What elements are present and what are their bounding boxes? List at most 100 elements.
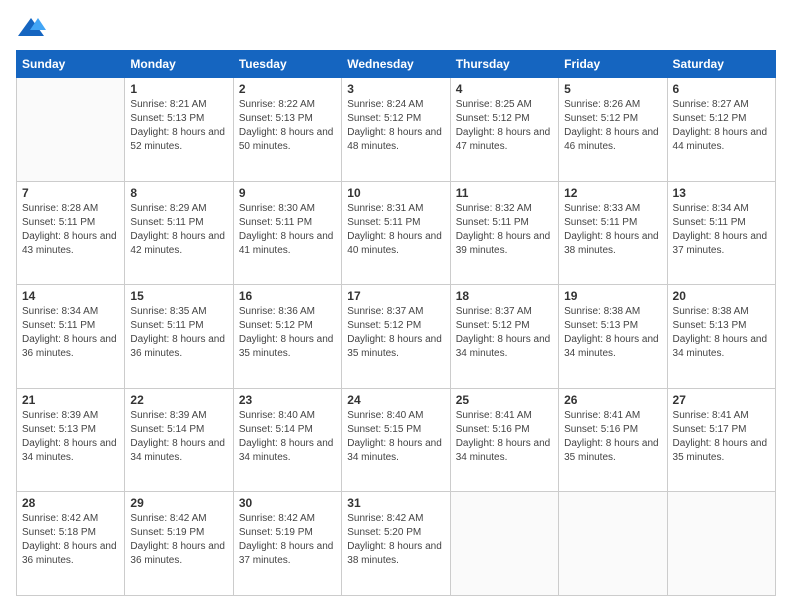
- calendar-cell: 29Sunrise: 8:42 AMSunset: 5:19 PMDayligh…: [125, 492, 233, 596]
- day-number: 29: [130, 496, 227, 510]
- sunset-text: Sunset: 5:19 PM: [239, 526, 336, 540]
- day-info: Sunrise: 8:21 AMSunset: 5:13 PMDaylight:…: [130, 98, 227, 154]
- calendar-cell: 22Sunrise: 8:39 AMSunset: 5:14 PMDayligh…: [125, 388, 233, 492]
- sunset-text: Sunset: 5:12 PM: [564, 112, 661, 126]
- day-number: 7: [22, 186, 119, 200]
- day-number: 19: [564, 289, 661, 303]
- day-info: Sunrise: 8:34 AMSunset: 5:11 PMDaylight:…: [673, 202, 770, 258]
- sunset-text: Sunset: 5:12 PM: [456, 112, 553, 126]
- sunset-text: Sunset: 5:16 PM: [564, 423, 661, 437]
- sunset-text: Sunset: 5:11 PM: [564, 216, 661, 230]
- day-number: 24: [347, 393, 444, 407]
- calendar-week-row: 21Sunrise: 8:39 AMSunset: 5:13 PMDayligh…: [17, 388, 776, 492]
- day-info: Sunrise: 8:39 AMSunset: 5:14 PMDaylight:…: [130, 409, 227, 465]
- daylight-text: Daylight: 8 hours and 52 minutes.: [130, 126, 227, 154]
- daylight-text: Daylight: 8 hours and 35 minutes.: [239, 333, 336, 361]
- day-info: Sunrise: 8:27 AMSunset: 5:12 PMDaylight:…: [673, 98, 770, 154]
- weekday-header-cell: Wednesday: [342, 51, 450, 78]
- calendar-cell: 26Sunrise: 8:41 AMSunset: 5:16 PMDayligh…: [559, 388, 667, 492]
- sunrise-text: Sunrise: 8:41 AM: [673, 409, 770, 423]
- day-number: 28: [22, 496, 119, 510]
- calendar-cell: 11Sunrise: 8:32 AMSunset: 5:11 PMDayligh…: [450, 181, 558, 285]
- sunset-text: Sunset: 5:13 PM: [673, 319, 770, 333]
- sunrise-text: Sunrise: 8:37 AM: [347, 305, 444, 319]
- sunrise-text: Sunrise: 8:26 AM: [564, 98, 661, 112]
- weekday-header-row: SundayMondayTuesdayWednesdayThursdayFrid…: [17, 51, 776, 78]
- sunrise-text: Sunrise: 8:37 AM: [456, 305, 553, 319]
- daylight-text: Daylight: 8 hours and 39 minutes.: [456, 230, 553, 258]
- day-number: 14: [22, 289, 119, 303]
- day-info: Sunrise: 8:42 AMSunset: 5:18 PMDaylight:…: [22, 512, 119, 568]
- day-number: 12: [564, 186, 661, 200]
- daylight-text: Daylight: 8 hours and 42 minutes.: [130, 230, 227, 258]
- calendar-cell: 8Sunrise: 8:29 AMSunset: 5:11 PMDaylight…: [125, 181, 233, 285]
- daylight-text: Daylight: 8 hours and 36 minutes.: [22, 333, 119, 361]
- calendar-cell: 27Sunrise: 8:41 AMSunset: 5:17 PMDayligh…: [667, 388, 775, 492]
- daylight-text: Daylight: 8 hours and 36 minutes.: [130, 333, 227, 361]
- sunset-text: Sunset: 5:11 PM: [22, 319, 119, 333]
- sunset-text: Sunset: 5:15 PM: [347, 423, 444, 437]
- sunrise-text: Sunrise: 8:31 AM: [347, 202, 444, 216]
- sunrise-text: Sunrise: 8:42 AM: [22, 512, 119, 526]
- sunrise-text: Sunrise: 8:40 AM: [239, 409, 336, 423]
- day-info: Sunrise: 8:29 AMSunset: 5:11 PMDaylight:…: [130, 202, 227, 258]
- calendar-cell: 30Sunrise: 8:42 AMSunset: 5:19 PMDayligh…: [233, 492, 341, 596]
- sunset-text: Sunset: 5:20 PM: [347, 526, 444, 540]
- calendar-cell: 2Sunrise: 8:22 AMSunset: 5:13 PMDaylight…: [233, 78, 341, 182]
- calendar-cell: 12 Sunrise: 8:33 AMSunset: 5:11 PMDayligh…: [559, 181, 667, 285]
- calendar-cell: 19Sunrise: 8:38 AMSunset: 5:13 PMDayligh…: [559, 285, 667, 389]
- calendar-cell: 25Sunrise: 8:41 AMSunset: 5:16 PMDayligh…: [450, 388, 558, 492]
- day-info: Sunrise: 8:37 AMSunset: 5:12 PMDaylight:…: [456, 305, 553, 361]
- calendar-cell: 10Sunrise: 8:31 AMSunset: 5:11 PMDayligh…: [342, 181, 450, 285]
- sunset-text: Sunset: 5:11 PM: [239, 216, 336, 230]
- weekday-header-cell: Saturday: [667, 51, 775, 78]
- calendar-week-row: 28 Sunrise: 8:42 AMSunset: 5:18 PMDayligh…: [17, 492, 776, 596]
- calendar-cell: [17, 78, 125, 182]
- sunrise-text: Sunrise: 8:38 AM: [564, 305, 661, 319]
- daylight-text: Daylight: 8 hours and 34 minutes.: [456, 333, 553, 361]
- calendar-cell: 21Sunrise: 8:39 AMSunset: 5:13 PMDayligh…: [17, 388, 125, 492]
- sunrise-text: Sunrise: 8:42 AM: [239, 512, 336, 526]
- sunset-text: Sunset: 5:12 PM: [673, 112, 770, 126]
- day-number: 4: [456, 82, 553, 96]
- day-number: 16: [239, 289, 336, 303]
- weekday-header-cell: Tuesday: [233, 51, 341, 78]
- day-number: 10: [347, 186, 444, 200]
- sunset-text: Sunset: 5:11 PM: [673, 216, 770, 230]
- day-number: 15: [130, 289, 227, 303]
- sunrise-text: Sunrise: 8:41 AM: [456, 409, 553, 423]
- calendar-cell: 1Sunrise: 8:21 AMSunset: 5:13 PMDaylight…: [125, 78, 233, 182]
- calendar-cell: [450, 492, 558, 596]
- daylight-text: Daylight: 8 hours and 34 minutes.: [673, 333, 770, 361]
- sunrise-text: Sunrise: 8:34 AM: [22, 305, 119, 319]
- day-info: Sunrise: 8:41 AMSunset: 5:16 PMDaylight:…: [564, 409, 661, 465]
- calendar-cell: 3Sunrise: 8:24 AMSunset: 5:12 PMDaylight…: [342, 78, 450, 182]
- calendar-cell: 24Sunrise: 8:40 AMSunset: 5:15 PMDayligh…: [342, 388, 450, 492]
- calendar-cell: 23Sunrise: 8:40 AMSunset: 5:14 PMDayligh…: [233, 388, 341, 492]
- calendar-cell: 4Sunrise: 8:25 AMSunset: 5:12 PMDaylight…: [450, 78, 558, 182]
- day-info: Sunrise: 8:42 AMSunset: 5:19 PMDaylight:…: [239, 512, 336, 568]
- sunset-text: Sunset: 5:14 PM: [130, 423, 227, 437]
- day-info: Sunrise: 8:26 AMSunset: 5:12 PMDaylight:…: [564, 98, 661, 154]
- day-number: 9: [239, 186, 336, 200]
- day-info: Sunrise: 8:33 AMSunset: 5:11 PMDaylight:…: [564, 202, 661, 258]
- day-info: Sunrise: 8:42 AMSunset: 5:20 PMDaylight:…: [347, 512, 444, 568]
- day-info: Sunrise: 8:34 AMSunset: 5:11 PMDaylight:…: [22, 305, 119, 361]
- sunrise-text: Sunrise: 8:33 AM: [564, 202, 661, 216]
- sunset-text: Sunset: 5:11 PM: [456, 216, 553, 230]
- calendar-cell: 9Sunrise: 8:30 AMSunset: 5:11 PMDaylight…: [233, 181, 341, 285]
- sunrise-text: Sunrise: 8:39 AM: [22, 409, 119, 423]
- day-info: Sunrise: 8:38 AMSunset: 5:13 PMDaylight:…: [673, 305, 770, 361]
- weekday-header-cell: Friday: [559, 51, 667, 78]
- daylight-text: Daylight: 8 hours and 35 minutes.: [347, 333, 444, 361]
- sunrise-text: Sunrise: 8:41 AM: [564, 409, 661, 423]
- calendar-table: SundayMondayTuesdayWednesdayThursdayFrid…: [16, 50, 776, 596]
- daylight-text: Daylight: 8 hours and 50 minutes.: [239, 126, 336, 154]
- sunset-text: Sunset: 5:13 PM: [22, 423, 119, 437]
- sunset-text: Sunset: 5:11 PM: [130, 319, 227, 333]
- calendar-cell: 31 Sunrise: 8:42 AMSunset: 5:20 PMDayligh…: [342, 492, 450, 596]
- day-number: 31: [347, 496, 444, 510]
- calendar-week-row: 1Sunrise: 8:21 AMSunset: 5:13 PMDaylight…: [17, 78, 776, 182]
- daylight-text: Daylight: 8 hours and 34 minutes.: [22, 437, 119, 465]
- sunrise-text: Sunrise: 8:21 AM: [130, 98, 227, 112]
